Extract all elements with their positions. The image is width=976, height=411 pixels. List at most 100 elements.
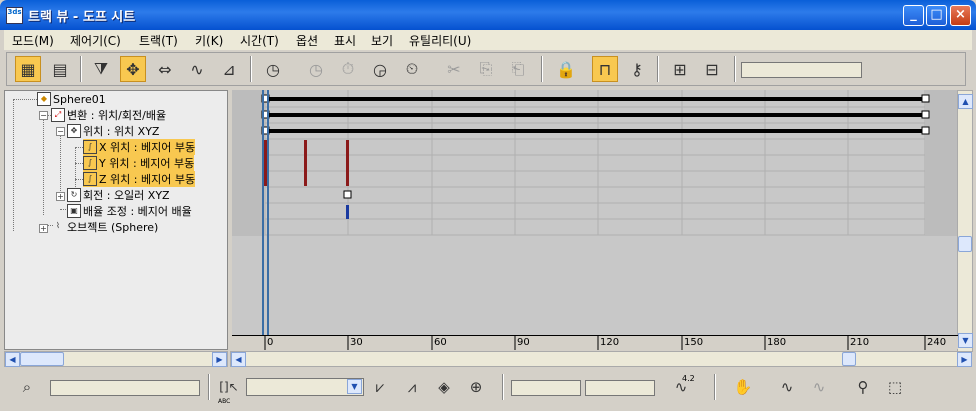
pan-hand-icon[interactable]: ✋ bbox=[730, 374, 756, 400]
scroll-right-icon[interactable]: ▶ bbox=[957, 352, 972, 367]
tree-item-rotation[interactable]: ↻ 회전 : 오일러 XYZ bbox=[67, 187, 170, 203]
menu-view[interactable]: 보기 bbox=[371, 32, 393, 49]
scale-time-icon[interactable]: ◶ bbox=[367, 56, 393, 82]
tree-scrollbar-thumb[interactable] bbox=[20, 352, 64, 366]
collapse-icon[interactable]: − bbox=[39, 111, 48, 120]
snap-frames-icon[interactable]: ⊓ bbox=[592, 56, 618, 82]
scroll-down-icon[interactable]: ▼ bbox=[958, 333, 973, 348]
show-keyable-icon[interactable]: ⚷ bbox=[624, 56, 650, 82]
out-of-range-area bbox=[232, 90, 265, 235]
tree-item-label: X 위치 : 베지어 부동 bbox=[99, 141, 196, 154]
expand-icon[interactable]: + bbox=[39, 224, 48, 233]
menu-display[interactable]: 표시 bbox=[334, 32, 356, 49]
tree-item-scale[interactable]: ▣ 배율 조정 : 베지어 배율 bbox=[67, 203, 192, 219]
lock-icon[interactable]: ⊕ bbox=[463, 374, 489, 400]
tree-item-label: 배율 조정 : 베지어 배율 bbox=[83, 205, 192, 218]
menu-mode[interactable]: 모드(M) bbox=[12, 32, 54, 49]
tree-item-y-position[interactable]: ∫ Y 위치 : 베지어 부동 bbox=[83, 155, 195, 171]
close-button[interactable]: × bbox=[950, 5, 971, 26]
edit-keys-icon[interactable]: ▤ bbox=[47, 56, 73, 82]
tree-item-x-position[interactable]: ∫ X 위치 : 베지어 부동 bbox=[83, 139, 196, 155]
frame-field[interactable] bbox=[511, 380, 581, 396]
curve-value-label: 4.2 bbox=[682, 374, 695, 383]
tree-item-position[interactable]: ✥ 위치 : 위치 XYZ bbox=[67, 123, 159, 139]
tree-item-sphere01[interactable]: ◆ Sphere01 bbox=[37, 91, 106, 107]
chevron-down-icon[interactable]: ▼ bbox=[347, 379, 362, 394]
filter-curve-icon[interactable]: ⩗ bbox=[367, 374, 393, 400]
menu-options[interactable]: 옵션 bbox=[296, 32, 318, 49]
key-marker bbox=[921, 94, 930, 103]
lock-selection-icon[interactable]: 🔒 bbox=[553, 56, 579, 82]
paste-icon[interactable]: ⎗ bbox=[505, 56, 531, 82]
insert-time-icon[interactable]: ⏱ bbox=[335, 56, 361, 82]
toolbar-separator bbox=[208, 374, 210, 400]
range-bar-transform bbox=[265, 113, 925, 117]
menu-utilities[interactable]: 유틸리티(U) bbox=[409, 32, 471, 49]
selection-name-field[interactable] bbox=[50, 380, 200, 396]
key-x-frame0 bbox=[264, 140, 267, 186]
ruler-tick-label: 120 bbox=[600, 337, 620, 348]
reverse-time-icon[interactable]: ⏲ bbox=[399, 56, 425, 82]
copy-icon[interactable]: ⎘ bbox=[473, 56, 499, 82]
scroll-up-icon[interactable]: ▲ bbox=[958, 94, 973, 109]
tag-icon[interactable]: ◈ bbox=[431, 374, 457, 400]
tree-item-label: 회전 : 오일러 XYZ bbox=[83, 189, 170, 202]
delete-time-icon[interactable]: ◷ bbox=[303, 56, 329, 82]
menu-key[interactable]: 키(K) bbox=[195, 32, 223, 49]
toolbar-separator bbox=[657, 56, 659, 82]
title-bar[interactable]: 3ds 트랙 뷰 - 도프 시트 _ □ × bbox=[0, 0, 976, 30]
value-field[interactable] bbox=[585, 380, 655, 396]
move-keys-icon[interactable]: ✥ bbox=[120, 56, 146, 82]
tree-item-z-position[interactable]: ∫ Z 위치 : 베지어 부동 bbox=[83, 171, 196, 187]
zoom-horizontal-extents-icon[interactable]: ∿ bbox=[774, 374, 800, 400]
toolbar-name-field[interactable] bbox=[741, 62, 862, 78]
filter-funnel-icon[interactable]: ⧩ bbox=[88, 56, 114, 82]
zoom-value-extents-icon[interactable]: ∿ bbox=[806, 374, 832, 400]
filters-icon[interactable]: ▦ bbox=[15, 56, 41, 82]
time-ruler[interactable]: 0 30 60 90 120 150 180 210 240 bbox=[232, 335, 958, 350]
menu-time[interactable]: 시간(T) bbox=[240, 32, 279, 49]
tree-item-label: Y 위치 : 베지어 부동 bbox=[99, 157, 195, 170]
expand-icon[interactable]: + bbox=[56, 192, 65, 201]
toolbar-separator bbox=[250, 56, 252, 82]
select-time-icon[interactable]: ◷ bbox=[260, 56, 286, 82]
zoom-icon[interactable]: ⚲ bbox=[850, 374, 876, 400]
menu-track[interactable]: 트랙(T) bbox=[139, 32, 178, 49]
curve-icon: ∫ bbox=[83, 156, 97, 170]
scroll-left-icon[interactable]: ◀ bbox=[231, 352, 246, 367]
rename-object-icon[interactable]: []↖ bbox=[216, 374, 242, 400]
cut-icon[interactable]: ✂ bbox=[441, 56, 467, 82]
hierarchy-icon[interactable]: ⊞ bbox=[667, 56, 693, 82]
scale-icon: ▣ bbox=[67, 204, 81, 218]
key-y-frame15 bbox=[304, 140, 307, 186]
dope-sheet[interactable] bbox=[232, 90, 958, 336]
tree-item-object[interactable]: ⌇ 오브젝트 (Sphere) bbox=[51, 219, 158, 235]
filter-object-icon[interactable]: ⩘ bbox=[399, 374, 425, 400]
ruler-tick-label: 180 bbox=[767, 337, 787, 348]
scale-keys-icon[interactable]: ⊿ bbox=[216, 56, 242, 82]
collapse-icon[interactable]: − bbox=[56, 127, 65, 136]
toolbar-separator bbox=[734, 56, 736, 82]
app-logo-icon: 3ds bbox=[6, 7, 23, 24]
zoom-selected-icon[interactable]: ⌕ bbox=[14, 374, 40, 400]
scroll-right-icon[interactable]: ▶ bbox=[212, 352, 227, 367]
ruler-tick-label: 0 bbox=[267, 337, 274, 348]
minimize-button[interactable]: _ bbox=[903, 5, 924, 26]
zoom-region-icon[interactable]: ⬚ bbox=[882, 374, 908, 400]
bottom-toolbar: ⌕ []↖ ABC ▼ ⩗ ⩘ ◈ ⊕ ∿ 4.2 ✋ ∿ ∿ ⚲ ⬚ bbox=[4, 368, 972, 408]
maximize-button[interactable]: □ bbox=[926, 5, 947, 26]
scroll-left-icon[interactable]: ◀ bbox=[5, 352, 20, 367]
window-title: 트랙 뷰 - 도프 시트 bbox=[28, 10, 136, 25]
sheet-scrollbar-horizontal[interactable] bbox=[230, 351, 972, 367]
sphere-icon: ◆ bbox=[37, 92, 51, 106]
sheet-scrollbar-thumb[interactable] bbox=[958, 236, 972, 252]
object-icon: ⌇ bbox=[56, 221, 60, 230]
tree-view-icon[interactable]: ⊟ bbox=[699, 56, 725, 82]
add-keys-icon[interactable]: ∿ bbox=[184, 56, 210, 82]
tree-item-label: Z 위치 : 베지어 부동 bbox=[99, 173, 196, 186]
sheet-scrollbar-thumb[interactable] bbox=[842, 352, 856, 366]
tree-item-transform[interactable]: ⤢ 변환 : 위치/회전/배율 bbox=[51, 107, 166, 123]
menu-controller[interactable]: 제어기(C) bbox=[70, 32, 121, 49]
sheet-scrollbar-vertical[interactable] bbox=[957, 90, 973, 352]
slide-keys-icon[interactable]: ⇔ bbox=[152, 56, 178, 82]
